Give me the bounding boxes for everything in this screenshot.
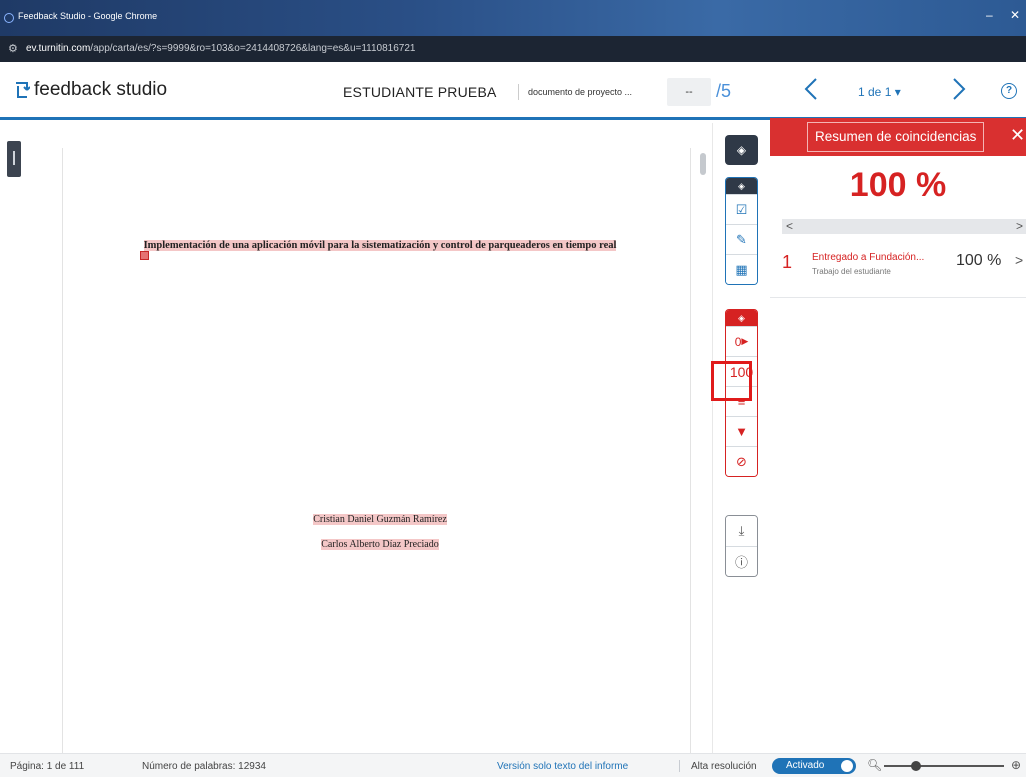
author-1: Cristian Daniel Guzmán Ramírez bbox=[180, 514, 580, 525]
checkbox-icon: ☑ bbox=[735, 201, 748, 217]
author-1-text: Cristian Daniel Guzmán Ramírez bbox=[313, 514, 447, 525]
word-count: Número de palabras: 12934 bbox=[142, 761, 266, 772]
source-percent: 100 % bbox=[956, 252, 1002, 269]
student-name: ESTUDIANTE PRUEBA bbox=[343, 84, 497, 100]
author-2: Carlos Alberto Díaz Preciado bbox=[180, 539, 580, 550]
window-title: Feedback Studio - Google Chrome bbox=[18, 11, 158, 21]
page-info: Página: 1 de 111 bbox=[10, 761, 85, 772]
flag-count: 0 bbox=[734, 334, 742, 349]
scroll-right-icon[interactable]: > bbox=[1016, 219, 1023, 234]
zoom-out-icon[interactable]: 🔍︎ bbox=[867, 758, 882, 772]
help-icon[interactable]: ? bbox=[1001, 83, 1017, 99]
grading-layer-icon[interactable]: ◈ bbox=[726, 178, 757, 194]
grade-out-of: /5 bbox=[716, 81, 732, 101]
similarity-layer-icon[interactable]: ◈ bbox=[726, 310, 757, 326]
info-icon: ⓘ bbox=[734, 555, 748, 570]
grid-icon: ▦ bbox=[735, 261, 748, 277]
source-list-item[interactable]: 1 Entregado a Fundación... Trabajo del e… bbox=[770, 240, 1026, 298]
author-2-text: Carlos Alberto Díaz Preciado bbox=[321, 539, 439, 550]
layers-button[interactable]: ◈ bbox=[725, 135, 758, 165]
panel-header: Resumen de coincidencias ✕ bbox=[770, 118, 1026, 156]
source-type: Trabajo del estudiante bbox=[812, 267, 891, 276]
site-info-icon[interactable]: ⚙ bbox=[8, 42, 18, 55]
overall-similarity: 100 % bbox=[849, 166, 947, 204]
feedback-edit-button[interactable]: ✎ bbox=[726, 224, 757, 254]
status-bar: Página: 1 de 111 Número de palabras: 129… bbox=[0, 753, 1026, 777]
status-divider bbox=[679, 760, 680, 772]
document-title-text: Implementación de una aplicación móvil p… bbox=[143, 240, 617, 251]
document-name[interactable]: documento de proyecto ... bbox=[528, 87, 632, 97]
quickmark-check-button[interactable]: ☑ bbox=[726, 194, 757, 224]
previous-paper-icon[interactable] bbox=[799, 76, 825, 102]
url-host: ev.turnitin.com bbox=[26, 43, 91, 54]
grading-tools-group: ◈ ☑ ✎ ▦ bbox=[725, 177, 758, 285]
side-toolbar: ◈ ◈ ☑ ✎ ▦ ◈ 0 ▶ 100 ≡ ▼ ⊘ ⤓ ⓘ bbox=[712, 123, 770, 753]
source-name: Entregado a Fundación... bbox=[812, 252, 925, 263]
filter-button[interactable]: ▼ bbox=[726, 416, 757, 446]
panel-title: Resumen de coincidencias bbox=[807, 122, 985, 152]
header-divider bbox=[518, 84, 519, 100]
app-header: feedback studio ESTUDIANTE PRUEBA docume… bbox=[0, 62, 1026, 120]
exclude-button[interactable]: ⊘ bbox=[726, 446, 757, 476]
high-resolution-toggle[interactable]: Activado bbox=[772, 758, 856, 774]
zoom-slider[interactable] bbox=[884, 765, 1004, 767]
scroll-left-icon[interactable]: < bbox=[786, 219, 793, 234]
document-title: Implementación de una aplicación móvil p… bbox=[130, 239, 630, 252]
edit-icon: ✎ bbox=[736, 231, 747, 247]
url-text[interactable]: ev.turnitin.com/app/carta/es/?s=9999&ro=… bbox=[26, 43, 416, 54]
info-button[interactable]: ⓘ bbox=[726, 546, 757, 576]
source-rank: 1 bbox=[782, 252, 793, 272]
close-panel-icon[interactable]: ✕ bbox=[1010, 125, 1025, 146]
turnitin-favicon-icon bbox=[4, 13, 14, 23]
minimize-icon[interactable]: – bbox=[986, 8, 993, 22]
turnitin-logo-icon bbox=[16, 82, 30, 98]
download-icon: ⤓ bbox=[738, 523, 745, 538]
filter-icon: ▼ bbox=[735, 424, 748, 439]
address-bar[interactable]: ⚙ ev.turnitin.com/app/carta/es/?s=9999&r… bbox=[0, 36, 1026, 62]
zoom-slider-handle[interactable] bbox=[911, 761, 921, 771]
document-viewer[interactable]: Implementación de una aplicación móvil p… bbox=[0, 123, 706, 753]
page-edge bbox=[690, 148, 691, 753]
exclude-icon: ⊘ bbox=[736, 453, 747, 469]
text-only-report-link[interactable]: Versión solo texto del informe bbox=[497, 761, 628, 772]
flag-icon: ▶ bbox=[741, 336, 749, 346]
browser-title-bar: Feedback Studio - Google Chrome – ✕ bbox=[0, 0, 1026, 36]
next-paper-icon[interactable] bbox=[945, 76, 971, 102]
close-window-icon[interactable]: ✕ bbox=[1010, 8, 1020, 22]
file-tools-group: ⤓ ⓘ bbox=[725, 515, 758, 577]
high-resolution-label: Alta resolución bbox=[691, 761, 757, 772]
logo-text: feedback studio bbox=[34, 79, 168, 100]
side-panel-toggle[interactable] bbox=[7, 141, 21, 177]
document-scrollbar-thumb[interactable] bbox=[700, 153, 706, 175]
selected-tool-highlight bbox=[711, 361, 752, 401]
chevron-right-icon[interactable]: > bbox=[1015, 252, 1023, 268]
paper-selector[interactable]: 1 de 1 ▾ bbox=[858, 85, 901, 99]
zoom-in-icon[interactable]: ⊕ bbox=[1011, 758, 1021, 772]
feedback-studio-logo: feedback studio bbox=[14, 79, 167, 101]
url-path: /app/carta/es/?s=9999&ro=103&o=241440872… bbox=[90, 43, 416, 54]
flags-button[interactable]: 0 ▶ bbox=[726, 326, 757, 356]
match-marker-icon[interactable] bbox=[140, 251, 149, 260]
grade-input[interactable]: -- bbox=[667, 78, 711, 106]
download-button[interactable]: ⤓ bbox=[726, 516, 757, 546]
rubric-button[interactable]: ▦ bbox=[726, 254, 757, 284]
match-overview-panel: Resumen de coincidencias ✕ 100 % < > 1 E… bbox=[770, 118, 1026, 753]
panel-horizontal-scrollbar[interactable]: < > bbox=[782, 219, 1026, 234]
layers-icon: ◈ bbox=[736, 143, 747, 157]
